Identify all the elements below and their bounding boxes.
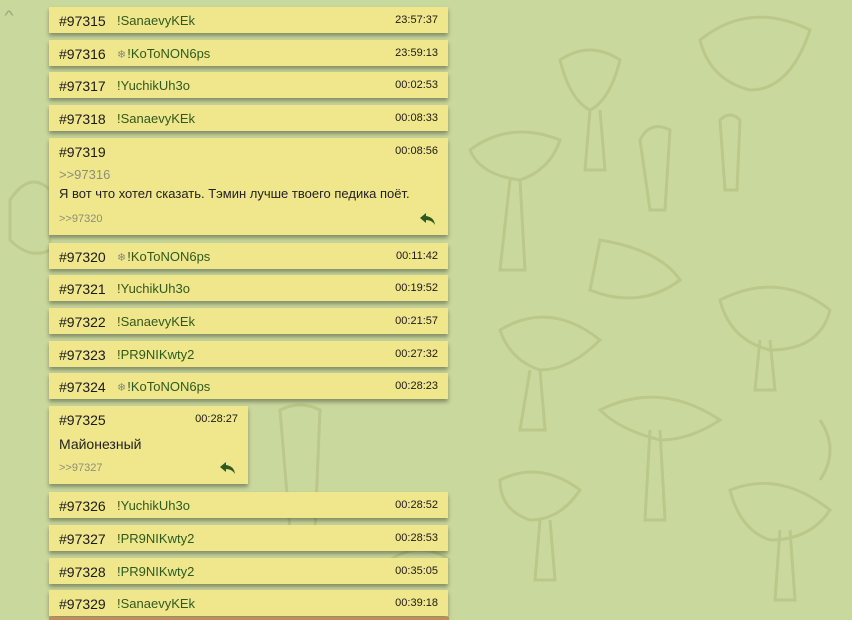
post-tripcode[interactable]: !PR9NIKwty2 [117,564,194,579]
post-97329: #97329 !SanaevyKEk 00:39:18 [49,590,448,616]
post-97321: #97321 !YuchikUh3o 00:19:52 [49,275,448,301]
post-number[interactable]: #97325 [59,412,106,428]
post-tripcode[interactable]: !SanaevyKEk [117,111,195,126]
post-number[interactable]: #97323 [59,347,106,363]
post-number[interactable]: #97321 [59,281,106,297]
post-reply-link[interactable]: >>97327 [59,462,102,474]
post-tripcode[interactable]: ❄!KoToNON6ps [117,379,210,394]
post-time: 00:39:18 [395,597,438,609]
post-message: Майонезный [59,436,142,452]
post-message: Я вот что хотел сказать. Тэмин лучше тво… [59,186,410,201]
post-quote-link[interactable]: >>97316 [59,167,110,182]
reply-arrow-icon[interactable] [218,460,238,476]
post-time: 23:59:13 [395,47,438,59]
post-97328: #97328 !PR9NIKwty2 00:35:05 [49,558,448,584]
post-time: 00:02:53 [395,79,438,91]
post-97322: #97322 !SanaevyKEk 00:21:57 [49,308,448,334]
post-time: 23:57:37 [395,14,438,26]
post-tripcode[interactable]: !PR9NIKwty2 [117,531,194,546]
post-number[interactable]: #97326 [59,498,106,514]
post-time: 00:27:32 [395,348,438,360]
post-97320: #97320 ❄!KoToNON6ps 00:11:42 [49,243,448,269]
post-tripcode[interactable]: ❄!KoToNON6ps [117,249,210,264]
post-number[interactable]: #97329 [59,596,106,612]
post-time: 00:19:52 [395,282,438,294]
post-number[interactable]: #97320 [59,249,106,265]
post-tripcode[interactable]: !SanaevyKEk [117,314,195,329]
post-time: 00:28:53 [395,532,438,544]
snowflake-icon: ❄ [117,49,127,61]
post-number[interactable]: #97322 [59,314,106,330]
post-time: 00:28:23 [395,380,438,392]
post-number[interactable]: #97317 [59,78,106,94]
post-time: 00:21:57 [395,315,438,327]
post-97319: #97319 00:08:56 >>97316 Я вот что хотел … [49,138,448,235]
post-tripcode[interactable]: !PR9NIKwty2 [117,347,194,362]
post-tripcode[interactable]: ❄!KoToNON6ps [117,46,210,61]
post-97323: #97323 !PR9NIKwty2 00:27:32 [49,341,448,367]
post-reply-link[interactable]: >>97320 [59,213,102,225]
post-tripcode[interactable]: !YuchikUh3o [117,281,190,296]
post-number[interactable]: #97316 [59,46,106,62]
post-97317: #97317 !YuchikUh3o 00:02:53 [49,72,448,98]
post-time: 00:11:42 [395,250,438,262]
post-number[interactable]: #97324 [59,379,106,395]
snowflake-icon: ❄ [117,252,127,264]
post-97324: #97324 ❄!KoToNON6ps 00:28:23 [49,373,448,399]
post-time: 00:28:27 [195,413,238,425]
post-97326: #97326 !YuchikUh3o 00:28:52 [49,492,448,518]
snowflake-icon: ❄ [117,382,127,394]
post-tripcode[interactable]: !SanaevyKEk [117,596,195,611]
post-97325: #97325 00:28:27 Майонезный >>97327 [49,406,248,484]
post-tripcode[interactable]: !YuchikUh3o [117,78,190,93]
post-time: 00:35:05 [395,565,438,577]
post-97316: #97316 ❄!KoToNON6ps 23:59:13 [49,40,448,66]
post-number[interactable]: #97318 [59,111,106,127]
post-tripcode[interactable]: !YuchikUh3o [117,498,190,513]
post-97327: #97327 !PR9NIKwty2 00:28:53 [49,525,448,551]
post-97315: #97315 !SanaevyKEk 23:57:37 [49,7,448,33]
post-number[interactable]: #97315 [59,13,106,29]
post-number[interactable]: #97319 [59,144,106,160]
post-number[interactable]: #97327 [59,531,106,547]
post-number[interactable]: #97328 [59,564,106,580]
scroll-up-chevron-icon[interactable]: ^ [0,8,22,22]
post-tripcode[interactable]: !SanaevyKEk [117,13,195,28]
post-time: 00:08:56 [395,145,438,157]
reply-arrow-icon[interactable] [418,211,438,227]
post-time: 00:28:52 [395,499,438,511]
post-time: 00:08:33 [395,112,438,124]
post-97318: #97318 !SanaevyKEk 00:08:33 [49,105,448,131]
